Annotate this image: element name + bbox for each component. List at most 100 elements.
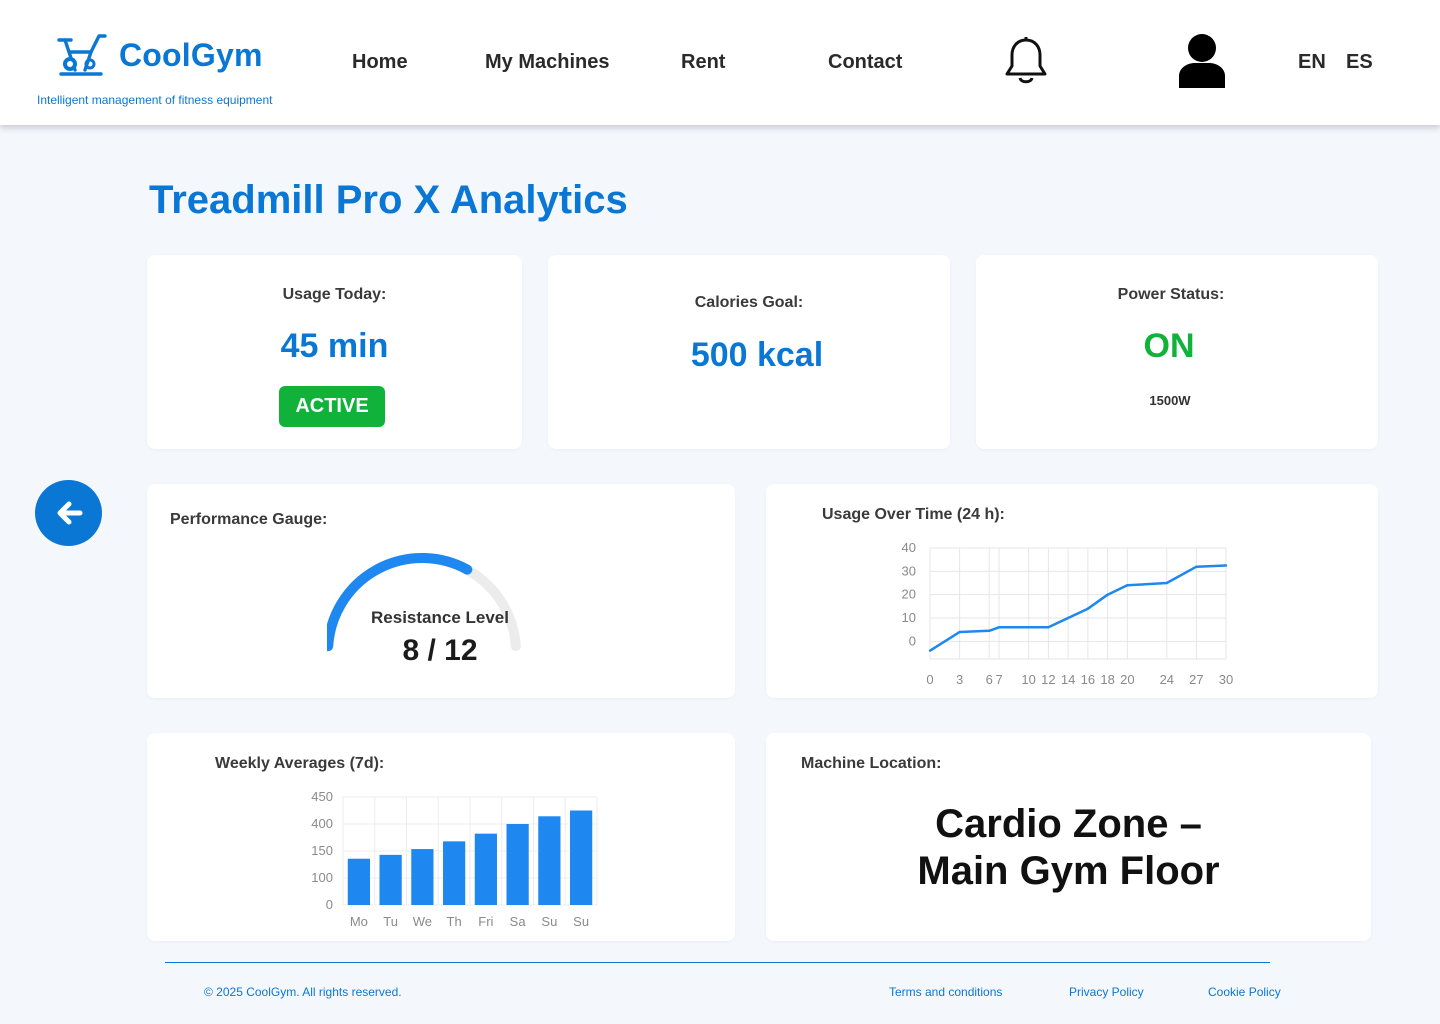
nav-contact[interactable]: Contact [828, 51, 902, 74]
nav-my-machines[interactable]: My Machines [485, 51, 609, 74]
usage-label: Usage Today: [282, 286, 387, 303]
line-chart-point-8 [1106, 593, 1109, 596]
line-chart-xtick-6: 14 [1061, 672, 1075, 687]
line-chart-point-6 [1066, 616, 1070, 620]
line-chart-xtick-0: 0 [926, 672, 933, 687]
line-chart-ytick-1: 10 [902, 610, 916, 625]
line-chart-point-7 [1086, 607, 1090, 610]
gauge-caption: Resistance Level [371, 608, 509, 627]
lang-en[interactable]: EN [1298, 51, 1326, 74]
footer-terms-link[interactable]: Terms and conditions [889, 985, 1002, 999]
line-chart-xtick-11: 27 [1189, 672, 1203, 687]
header: CoolGym Intelligent management of fitnes… [0, 0, 1440, 125]
line-chart-point-1 [958, 630, 961, 634]
nav-rent[interactable]: Rent [681, 51, 725, 74]
line-chart-xtick-8: 18 [1100, 672, 1114, 687]
weekly-bar-chart: 0 100 150 400 450 Mo Tu We Th Fri Sa Su Su [311, 789, 598, 929]
usage-line-chart: 0 10 20 30 40 0 3 6 7 10 12 14 16 18 20 24 27 30 [902, 540, 1234, 687]
brand-tagline: Intelligent management of fitness equipm… [37, 93, 273, 107]
line-chart-point-2 [988, 629, 991, 633]
bar-7 [570, 810, 593, 905]
bar-chart-xtick-6: Su [541, 914, 557, 929]
line-chart-point-11 [1195, 565, 1198, 568]
line-chart-point-5 [1047, 626, 1050, 629]
line-chart-point-10 [1165, 581, 1168, 585]
line-chart-xtick-4: 10 [1021, 672, 1035, 687]
footer-divider [165, 962, 1270, 963]
gauge-fill [327, 552, 473, 652]
line-chart-point-4 [1027, 626, 1030, 629]
weekly-averages-card: Weekly Averages (7d): 0 100 150 400 450 Mo Tu W… [147, 733, 735, 941]
gauge-title: Performance Gauge: [170, 511, 328, 528]
bar-4 [474, 833, 497, 905]
usage-card: Usage Today: 45 min ACTIVE [147, 255, 522, 449]
line-chart-point-12 [1224, 564, 1228, 567]
footer-copyright: © 2025 CoolGym. All rights reserved. [204, 985, 402, 999]
nav-home[interactable]: Home [352, 51, 408, 74]
calories-card: Calories Goal: 500 kcal [548, 255, 950, 449]
bar-chart-ytick-4: 450 [311, 789, 333, 804]
location-line-1: Cardio Zone – [935, 802, 1202, 846]
arrow-left-icon [57, 501, 82, 525]
power-status-value: ON [1143, 327, 1195, 365]
bar-chart-ytick-0: 0 [326, 897, 333, 912]
usage-over-time-card: Usage Over Time (24 h): 0 10 20 30 40 0 3 6 7 10 1… [766, 484, 1378, 698]
bar-6 [538, 816, 561, 905]
footer-cookie-link[interactable]: Cookie Policy [1208, 985, 1281, 999]
gauge-track [327, 553, 521, 652]
bar-2 [411, 849, 434, 905]
bar-chart-xtick-1: Tu [383, 914, 398, 929]
line-chart-xtick-2: 6 [986, 672, 993, 687]
machine-location-card: Machine Location: Cardio Zone – Main Gym… [766, 733, 1371, 941]
bell-icon[interactable] [1003, 36, 1049, 86]
back-button[interactable] [35, 480, 102, 546]
location-label: Machine Location: [801, 755, 942, 772]
gauge-value: 8 / 12 [402, 634, 478, 667]
bar-chart-title: Weekly Averages (7d): [215, 755, 385, 772]
line-chart-ytick-2: 20 [902, 587, 916, 602]
line-chart-xtick-1: 3 [956, 672, 963, 687]
page-title: Treadmill Pro X Analytics [149, 178, 628, 222]
bar-chart-xtick-0: Mo [350, 914, 368, 929]
usage-value: 45 min [280, 327, 389, 365]
bar-chart-xtick-4: Fri [478, 914, 493, 929]
footer-privacy-link[interactable]: Privacy Policy [1069, 985, 1144, 999]
exercise-bike-icon [57, 34, 107, 76]
bar-1 [379, 854, 402, 905]
line-chart-xtick-9: 20 [1120, 672, 1134, 687]
brand-name: CoolGym [119, 36, 263, 73]
line-chart-xtick-12: 30 [1219, 672, 1233, 687]
line-chart-ytick-0: 0 [909, 633, 916, 648]
line-chart-ytick-4: 40 [902, 540, 916, 555]
power-label: Power Status: [1117, 286, 1225, 303]
bar-0 [347, 858, 370, 905]
line-chart-point-3 [997, 626, 1001, 629]
logo[interactable]: CoolGym [55, 30, 263, 80]
lang-es[interactable]: ES [1346, 51, 1373, 74]
line-chart-xtick-7: 16 [1081, 672, 1095, 687]
location-line-2: Main Gym Floor [917, 849, 1220, 893]
user-icon[interactable] [1177, 32, 1227, 90]
status-badge: ACTIVE [279, 386, 385, 427]
bar-chart-xtick-3: Th [447, 914, 462, 929]
calories-label: Calories Goal: [694, 294, 804, 311]
line-chart-title: Usage Over Time (24 h): [822, 506, 1005, 523]
bar-5 [506, 824, 529, 905]
bar-chart-xtick-7: Su [573, 914, 589, 929]
power-card: Power Status: ON 1500W [976, 255, 1378, 449]
power-watts: 1500W [1149, 393, 1191, 408]
bar-chart-xtick-5: Sa [510, 914, 527, 929]
calories-value: 500 kcal [690, 336, 824, 374]
location-value: Cardio Zone – Main Gym Floor [766, 801, 1371, 895]
line-chart-point-0 [928, 649, 932, 652]
line-chart-xtick-3: 7 [995, 672, 1002, 687]
line-chart-xtick-10: 24 [1160, 672, 1174, 687]
line-chart-series [929, 564, 1227, 652]
bar-chart-xtick-2: We [413, 914, 432, 929]
line-chart-point-9 [1126, 584, 1129, 587]
bar-chart-ytick-2: 150 [311, 843, 333, 858]
performance-gauge-card: Performance Gauge: Resistance Level 8 / … [147, 484, 735, 698]
line-chart-ytick-3: 30 [902, 563, 916, 578]
line-chart-xtick-5: 12 [1041, 672, 1055, 687]
bar-chart-ytick-1: 100 [311, 870, 333, 885]
